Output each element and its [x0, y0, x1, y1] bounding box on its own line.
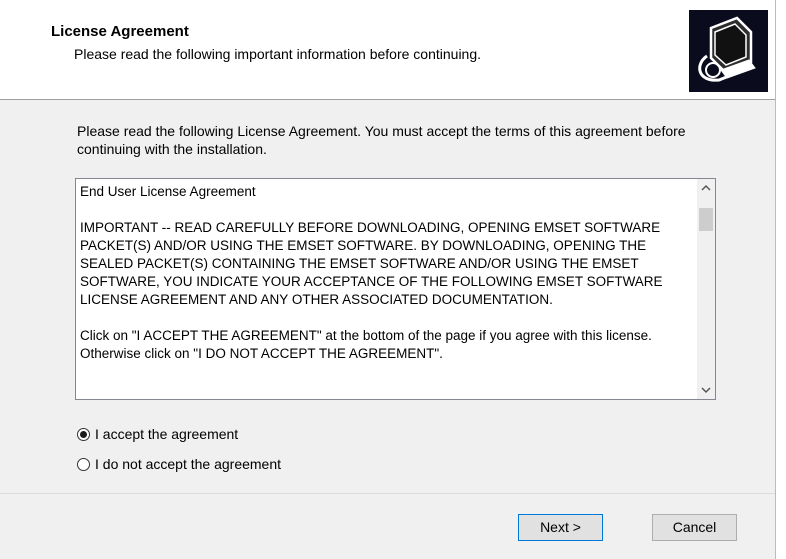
computer-install-icon — [689, 10, 768, 92]
wizard-footer: Next > Cancel — [0, 494, 775, 559]
scroll-up-icon[interactable] — [697, 179, 715, 197]
accept-radio-option[interactable]: I accept the agreement — [77, 426, 238, 442]
license-text-area[interactable]: End User License Agreement IMPORTANT -- … — [75, 178, 716, 400]
decline-radio-button[interactable] — [77, 457, 90, 471]
wizard-body: Please read the following License Agreem… — [0, 100, 775, 493]
decline-radio-option[interactable]: I do not accept the agreement — [77, 456, 281, 472]
accept-radio-button[interactable] — [77, 427, 90, 441]
license-text: End User License Agreement IMPORTANT -- … — [80, 184, 663, 361]
page-subtitle: Please read the following important info… — [74, 46, 482, 62]
decline-radio-label[interactable]: I do not accept the agreement — [95, 456, 281, 472]
accept-radio-label[interactable]: I accept the agreement — [95, 426, 238, 442]
page-title: License Agreement — [51, 23, 189, 40]
scroll-down-icon[interactable] — [697, 381, 715, 399]
scroll-thumb[interactable] — [699, 208, 713, 231]
cancel-button[interactable]: Cancel — [652, 514, 737, 541]
desktop-edge — [776, 0, 786, 559]
intro-text: Please read the following License Agreem… — [77, 123, 686, 157]
wizard-header: License Agreement Please read the follow… — [0, 0, 775, 99]
vertical-scrollbar[interactable] — [697, 179, 715, 399]
next-button[interactable]: Next > — [518, 514, 603, 541]
